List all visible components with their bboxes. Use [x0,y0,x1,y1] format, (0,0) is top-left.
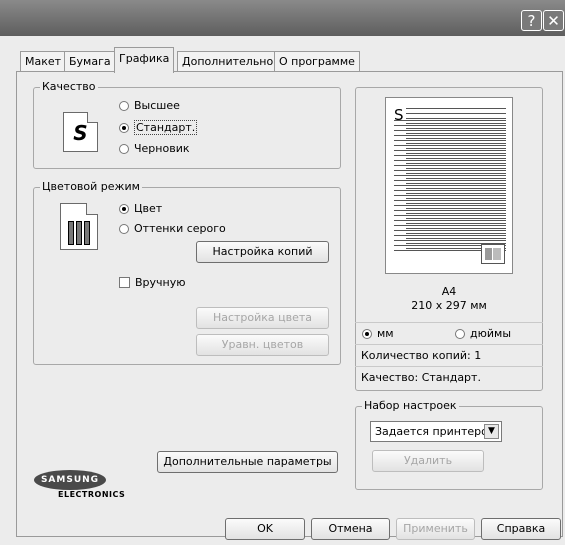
advanced-options-button[interactable]: Дополнительные параметры [157,451,338,473]
copy-settings-button[interactable]: Настройка копий [196,241,329,263]
presets-select[interactable]: Задается принтером ▼ [370,421,502,442]
color-mode-icon [60,203,98,250]
samsung-logo: SAMSUNG [34,470,106,490]
quality-group-title: Качество [40,80,98,94]
tab-about[interactable]: О программе [274,51,360,72]
electronics-logo-text: ELECTRONICS [58,490,126,499]
quality-option-standard[interactable]: Стандарт. [119,120,198,135]
presets-group-title: Набор настроек [362,399,459,413]
delete-preset-button[interactable]: Удалить [372,450,484,472]
color-settings-button[interactable]: Настройка цвета [196,307,329,329]
cancel-button[interactable]: Отмена [311,518,390,540]
color-match-button[interactable]: Уравн. цветов [196,334,329,356]
presets-group: Набор настроек [355,399,543,490]
dialog-window: ? ✕ Макет Бумага Графика Дополнительно О… [0,0,565,545]
paper-size-label: A4 [441,285,457,298]
quality-s-icon: S [63,112,98,152]
title-bar: ? ✕ [0,0,565,36]
unit-mm-radio[interactable]: мм [362,327,394,340]
tab-graphics[interactable]: Графика [114,47,175,73]
quality-option-high[interactable]: Высшее [119,99,180,112]
unit-inch-radio[interactable]: дюймы [455,327,511,340]
color-option-color[interactable]: Цвет [119,202,162,215]
quality-option-draft[interactable]: Черновик [119,142,190,155]
tab-paper[interactable]: Бумага [64,51,116,72]
help-icon[interactable]: ? [521,10,542,31]
paper-dimensions-label: 210 x 297 мм [411,299,487,312]
ok-button[interactable]: OK [225,518,305,540]
page-preview: S [385,97,513,274]
color-option-grayscale[interactable]: Оттенки серого [119,222,226,235]
chevron-down-icon[interactable]: ▼ [484,424,499,439]
help-button[interactable]: Справка [481,518,561,540]
copies-info: Количество копий: 1 [355,344,543,366]
color-mode-group-title: Цветовой режим [40,180,142,194]
tab-advanced[interactable]: Дополнительно [177,51,279,72]
apply-button[interactable]: Применить [396,518,475,540]
tab-layout[interactable]: Макет [20,51,67,72]
manual-checkbox[interactable]: Вручную [119,276,186,289]
close-icon[interactable]: ✕ [543,10,564,31]
quality-info: Качество: Стандарт. [355,366,543,388]
